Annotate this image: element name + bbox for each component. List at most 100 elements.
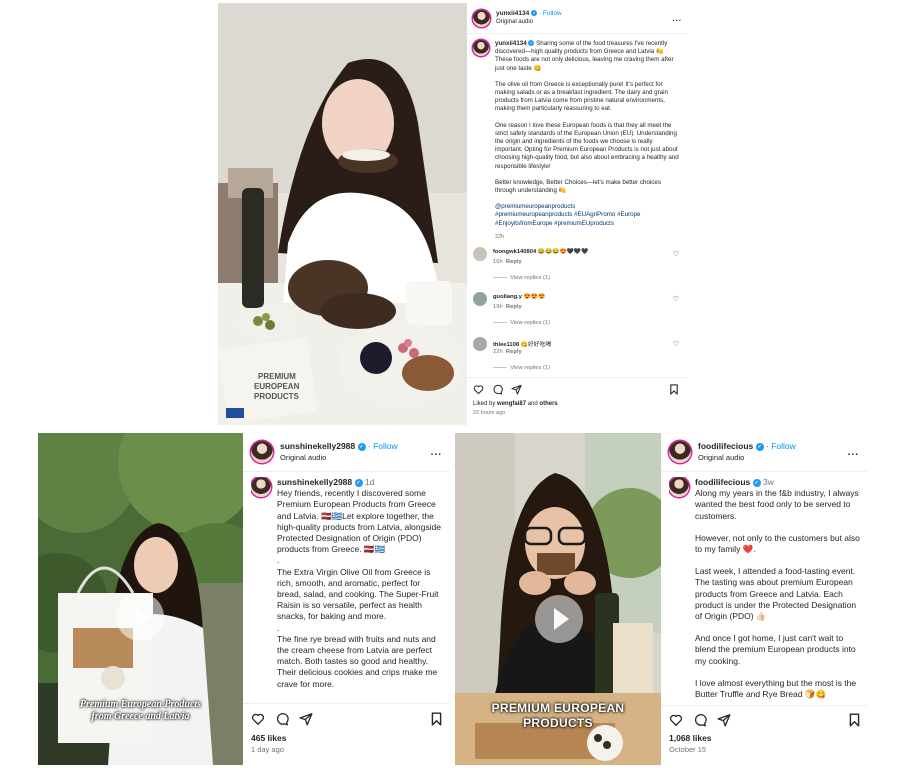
like-heart-icon[interactable]: [669, 713, 683, 727]
verified-badge-icon: ✓: [531, 10, 538, 17]
post-foodilifecious: PREMIUM EUROPEAN PRODUCTS foodilifecious…: [455, 433, 867, 765]
post-sunshinekelly2988: Premium European Products from Greece an…: [38, 433, 450, 765]
comment-time: 19h: [493, 304, 503, 310]
comment-icon[interactable]: [492, 384, 503, 395]
video-overlay-line-2: PRODUCTS: [523, 716, 593, 730]
caption-dot: .: [277, 622, 280, 633]
action-bar: [669, 712, 861, 727]
caption-text-4: And once I got home, I just can't wait t…: [695, 633, 856, 666]
liked-by-user[interactable]: wengfai87: [497, 401, 526, 407]
view-replies-button[interactable]: View replies (1): [510, 275, 550, 281]
follow-button[interactable]: Follow: [771, 441, 796, 451]
post-time: 22 hours ago: [473, 410, 506, 416]
reply-button[interactable]: Reply: [506, 349, 522, 355]
avatar[interactable]: [251, 441, 273, 463]
more-options-icon[interactable]: ...: [848, 447, 859, 458]
audio-label[interactable]: Original audio: [280, 452, 398, 463]
likes-count[interactable]: 465 likes: [251, 733, 286, 743]
save-bookmark-icon[interactable]: [848, 712, 861, 727]
verified-badge-icon: ✓: [354, 478, 363, 487]
comment-avatar[interactable]: [473, 292, 487, 306]
view-replies-button[interactable]: View replies (1): [510, 320, 550, 326]
like-heart-icon[interactable]: [251, 712, 265, 726]
caption-username[interactable]: foodilifecious: [695, 477, 750, 487]
username[interactable]: sunshinekelly2988: [280, 441, 355, 451]
likes-count[interactable]: 1,068 likes: [669, 733, 712, 743]
save-bookmark-icon[interactable]: [669, 383, 679, 395]
post-time: October 15: [669, 745, 707, 754]
heart-icon[interactable]: ♡: [673, 250, 679, 258]
username[interactable]: yunxii4134: [496, 10, 529, 17]
caption-text-2: The Extra Virgin Olive Oil from Greece i…: [277, 566, 439, 622]
caption-text-2: The olive oil from Greece is exceptional…: [495, 80, 668, 113]
caption: yunxii4134 ✓ Sharing some of the food tr…: [473, 40, 679, 241]
caption-username[interactable]: sunshinekelly2988: [277, 477, 352, 487]
caption-text-3: Last week, I attended a food-tasting eve…: [695, 566, 857, 622]
heart-icon[interactable]: ♡: [673, 340, 679, 348]
comment-avatar[interactable]: [473, 337, 487, 351]
share-icon[interactable]: [511, 384, 522, 395]
verified-badge-icon: ✓: [357, 442, 366, 451]
comment-username[interactable]: thlee1108: [493, 342, 519, 348]
video-overlay-line-1: PREMIUM EUROPEAN: [491, 701, 625, 715]
comment-icon[interactable]: [693, 713, 707, 727]
comments-list: foongwk140804 😂😂😂😍🖤🖤🖤 16h Reply View rep…: [473, 247, 679, 382]
username[interactable]: foodilifecious: [698, 441, 753, 451]
caption-time: 1d: [364, 477, 375, 487]
share-icon[interactable]: [717, 713, 731, 727]
save-bookmark-icon[interactable]: [430, 711, 443, 726]
follow-button[interactable]: Follow: [543, 10, 562, 17]
more-options-icon[interactable]: ...: [672, 14, 682, 23]
svg-text:PRODUCTS: PRODUCTS: [254, 392, 300, 401]
comment-username[interactable]: foongwk140804: [493, 249, 536, 255]
heart-icon[interactable]: ♡: [673, 295, 679, 303]
reply-button[interactable]: Reply: [506, 304, 522, 310]
post-photo[interactable]: PREMIUM EUROPEAN PRODUCTS: [218, 3, 467, 425]
like-heart-icon[interactable]: [473, 384, 484, 395]
liked-by-others[interactable]: others: [539, 401, 557, 407]
action-bar: [473, 383, 679, 395]
comment-item: thlee1108 😋好好吃喝 22h Reply View replies (…: [473, 337, 679, 382]
post-video[interactable]: PREMIUM EUROPEAN PRODUCTS: [455, 433, 661, 765]
comment-time: 16h: [493, 259, 503, 265]
caption-avatar[interactable]: [669, 477, 689, 497]
caption-avatar[interactable]: [251, 477, 271, 497]
post-sidebar: sunshinekelly2988 ✓ · Follow Original au…: [243, 433, 450, 765]
more-options-icon[interactable]: ...: [431, 447, 442, 458]
hashtags[interactable]: #premiumeuropeanproducts #EUAgriPromo #E…: [495, 211, 679, 227]
reply-button[interactable]: Reply: [506, 259, 522, 265]
post-header: yunxii4134 ✓ · Follow Original audio ...: [467, 3, 688, 33]
play-button-icon[interactable]: [535, 595, 583, 643]
video-overlay-text: PREMIUM EUROPEAN PRODUCTS: [455, 701, 661, 731]
mention-link[interactable]: @premiumeuropeanproducts: [495, 203, 679, 211]
verified-badge-icon: ✓: [752, 478, 761, 487]
view-replies-button[interactable]: View replies (1): [510, 365, 550, 371]
share-icon[interactable]: [299, 712, 313, 726]
avatar[interactable]: [473, 9, 490, 27]
comment-time: 22h: [493, 349, 503, 355]
caption-username[interactable]: yunxii4134: [495, 40, 527, 47]
caption-text-3: The fine rye bread with fruits and nuts …: [277, 633, 438, 689]
caption-time: 22h: [495, 233, 505, 240]
audio-label[interactable]: Original audio: [698, 452, 796, 463]
comment-avatar[interactable]: [473, 247, 487, 261]
video-overlay-line-2: from Greece and Latvia: [91, 711, 190, 722]
verified-badge-icon: ✓: [755, 442, 764, 451]
comment-username[interactable]: guoliang.y: [493, 294, 522, 300]
caption-text-1: Along my years in the f&b industry, I al…: [695, 488, 859, 521]
liked-by-prefix: Liked by: [473, 401, 496, 407]
play-button-icon[interactable]: [116, 593, 164, 641]
caption-text-4: Better knowledge, Better Choices—let's m…: [495, 178, 661, 195]
caption-text-1: Hey friends, recently I discovered some …: [277, 488, 441, 555]
avatar[interactable]: [669, 441, 691, 463]
audio-label[interactable]: Original audio: [496, 18, 562, 27]
comment-text: 😂😂😂😍🖤🖤🖤: [537, 249, 589, 255]
follow-button[interactable]: Follow: [373, 441, 398, 451]
action-bar: [251, 711, 443, 726]
caption-dot: .: [277, 555, 280, 566]
post-video[interactable]: Premium European Products from Greece an…: [38, 433, 243, 765]
caption-text-2: However, not only to the customers but a…: [695, 532, 860, 555]
svg-text:EUROPEAN: EUROPEAN: [254, 382, 300, 391]
comment-icon[interactable]: [275, 712, 289, 726]
caption-avatar[interactable]: [473, 40, 489, 56]
